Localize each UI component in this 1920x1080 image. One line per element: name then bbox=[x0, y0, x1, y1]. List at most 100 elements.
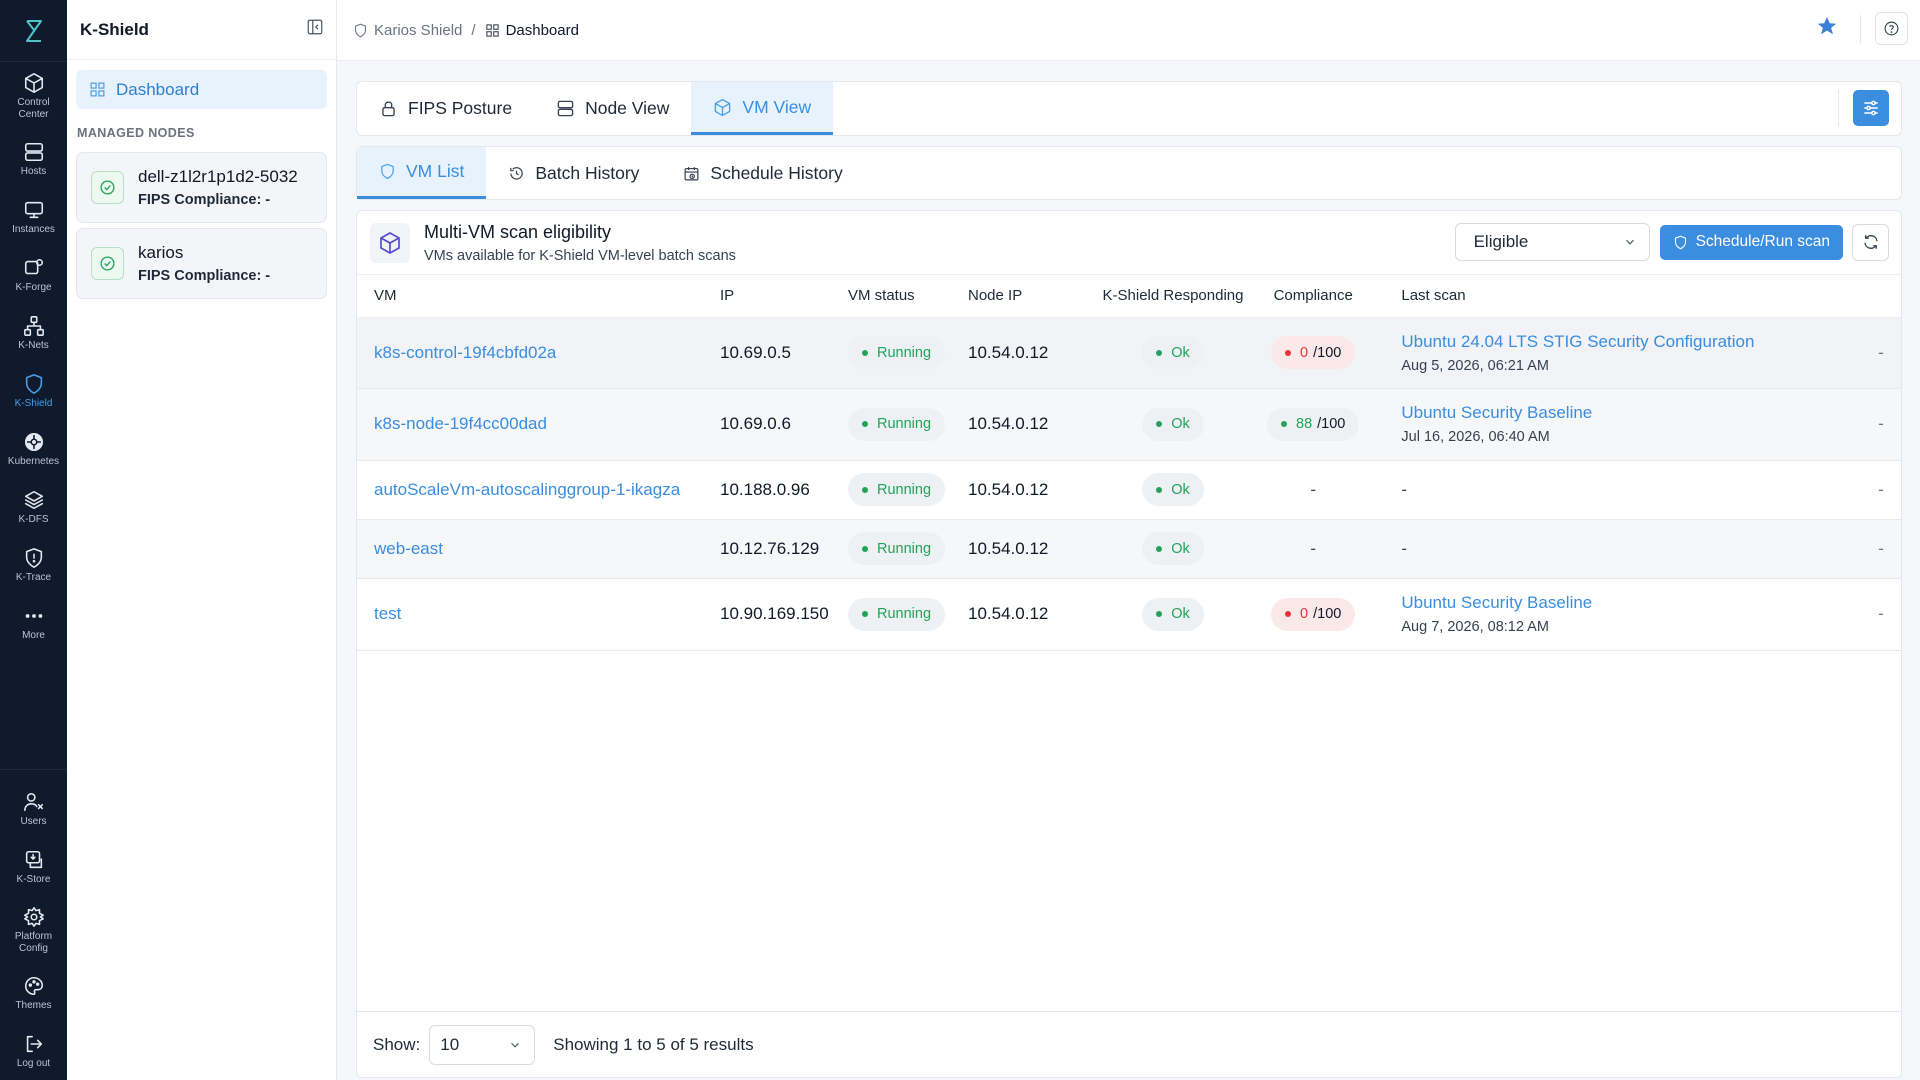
vm-status-badge: Running bbox=[848, 532, 946, 565]
rail-item-hosts[interactable]: Hosts bbox=[0, 130, 67, 188]
column-header-vm-status[interactable]: VM status bbox=[848, 275, 968, 318]
main-tabs: FIPS Posture Node View VM View bbox=[356, 81, 1902, 136]
rail-label: Kubernetes bbox=[7, 455, 60, 467]
vm-table: VM IP VM status Node IP K-Shield Respond… bbox=[357, 275, 1901, 651]
breadcrumb-separator: / bbox=[471, 21, 476, 39]
store-icon bbox=[25, 850, 42, 868]
settings-button[interactable] bbox=[1853, 90, 1889, 126]
table-row[interactable]: web-east 10.12.76.129 Running 10.54.0.12… bbox=[357, 519, 1901, 579]
trace-icon bbox=[25, 547, 42, 568]
forge-icon bbox=[24, 258, 43, 274]
rail-item-users[interactable]: Users bbox=[0, 780, 67, 838]
shield-icon bbox=[381, 163, 394, 180]
schedule-run-scan-button[interactable]: Schedule/Run scan bbox=[1659, 224, 1843, 260]
vm-ip: 10.69.0.5 bbox=[720, 317, 848, 389]
vm-name-link[interactable]: web-east bbox=[374, 539, 443, 558]
node-ip: 10.54.0.12 bbox=[968, 460, 1079, 520]
rail-label: Themes bbox=[15, 999, 52, 1011]
rail-item-kubernetes[interactable]: Kubernetes bbox=[0, 420, 67, 478]
help-button[interactable] bbox=[1875, 12, 1908, 45]
favorite-button[interactable] bbox=[1816, 15, 1838, 42]
row-actions: - bbox=[1861, 317, 1901, 389]
rail-item-instances[interactable]: Instances bbox=[0, 188, 67, 246]
rail-item-k-trace[interactable]: K-Trace bbox=[0, 536, 67, 594]
column-header-node-ip[interactable]: Node IP bbox=[968, 275, 1079, 318]
rail-label: K-Store bbox=[16, 873, 51, 885]
tab-schedule-history[interactable]: Schedule History bbox=[661, 147, 864, 199]
rail-item-k-shield[interactable]: K-Shield bbox=[0, 362, 67, 420]
tab-batch-history[interactable]: Batch History bbox=[486, 147, 661, 199]
table-row[interactable]: k8s-node-19f4cc00dad 10.69.0.6 Running 1… bbox=[357, 388, 1901, 461]
network-icon bbox=[23, 315, 44, 336]
row-actions: - bbox=[1861, 460, 1901, 520]
rail-item-k-dfs[interactable]: K-DFS bbox=[0, 478, 67, 536]
side-item-dashboard[interactable]: Dashboard bbox=[76, 70, 327, 109]
tab-label: Batch History bbox=[535, 162, 640, 183]
table-row[interactable]: k8s-control-19f4cbfd02a 10.69.0.5 Runnin… bbox=[357, 317, 1901, 389]
check-circle-icon bbox=[100, 256, 115, 271]
column-header-compliance[interactable]: Compliance bbox=[1267, 275, 1360, 318]
column-header-vm[interactable]: VM bbox=[357, 275, 720, 318]
card-title: Multi-VM scan eligibility bbox=[424, 221, 612, 242]
tab-vm-list[interactable]: VM List bbox=[357, 147, 487, 199]
node-name: karios bbox=[138, 243, 184, 262]
last-scan-link[interactable]: Ubuntu Security Baseline bbox=[1401, 593, 1861, 613]
monitor-icon bbox=[24, 201, 43, 218]
rail-item-control-center[interactable]: Control Center bbox=[0, 62, 67, 130]
breadcrumb-root-label: Karios Shield bbox=[374, 21, 463, 39]
shield-icon bbox=[25, 373, 42, 394]
vm-list-card: Multi-VM scan eligibility VMs available … bbox=[356, 210, 1902, 1078]
responding-badge: Ok bbox=[1142, 473, 1204, 506]
rail-item-more[interactable]: More bbox=[0, 594, 67, 652]
top-bar: Karios Shield / Dashboard bbox=[337, 0, 1920, 61]
breadcrumb-current-label: Dashboard bbox=[505, 21, 579, 39]
app-logo[interactable] bbox=[0, 0, 67, 62]
tab-fips-posture[interactable]: FIPS Posture bbox=[357, 82, 534, 135]
sliders-icon bbox=[1864, 100, 1878, 116]
rail-item-k-forge[interactable]: K-Forge bbox=[0, 246, 67, 304]
lock-icon bbox=[382, 101, 395, 117]
row-actions: - bbox=[1861, 519, 1901, 579]
rail-label: Control Center bbox=[17, 96, 50, 120]
vm-name-link[interactable]: autoScaleVm-autoscalinggroup-1-ikagza bbox=[374, 480, 680, 499]
rail-label: More bbox=[22, 629, 45, 641]
divider bbox=[1860, 14, 1861, 43]
collapse-sidebar-button[interactable] bbox=[306, 18, 324, 41]
tab-label: Node View bbox=[585, 98, 670, 118]
rail-label: K-DFS bbox=[18, 513, 49, 525]
eligibility-select[interactable]: Eligible bbox=[1454, 223, 1650, 261]
rail-item-themes[interactable]: Themes bbox=[0, 964, 67, 1022]
dashboard-icon bbox=[90, 82, 105, 97]
table-row[interactable]: autoScaleVm-autoscalinggroup-1-ikagza 10… bbox=[357, 460, 1901, 520]
breadcrumb-root[interactable]: Karios Shield bbox=[353, 22, 462, 39]
responding-badge: Ok bbox=[1142, 597, 1204, 631]
vm-status-badge: Running bbox=[848, 597, 946, 631]
column-header-last-scan[interactable]: Last scan bbox=[1359, 275, 1861, 318]
node-ip: 10.54.0.12 bbox=[968, 519, 1079, 579]
tab-node-view[interactable]: Node View bbox=[534, 82, 691, 135]
rail-item-platform-config[interactable]: Platform Config bbox=[0, 896, 67, 964]
vm-name-link[interactable]: k8s-control-19f4cbfd02a bbox=[374, 343, 556, 362]
last-scan-link[interactable]: Ubuntu Security Baseline bbox=[1401, 403, 1861, 423]
rail-item-k-nets[interactable]: K-Nets bbox=[0, 304, 67, 362]
vm-name-link[interactable]: k8s-node-19f4cc00dad bbox=[374, 414, 547, 433]
last-scan-link[interactable]: Ubuntu 24.04 LTS STIG Security Configura… bbox=[1401, 332, 1861, 352]
refresh-button[interactable] bbox=[1852, 223, 1889, 261]
managed-node-card[interactable]: karios FIPS Compliance: - bbox=[76, 228, 327, 299]
tab-label: FIPS Posture bbox=[408, 98, 513, 118]
gear-icon bbox=[23, 906, 44, 927]
page-size-select[interactable]: 10 bbox=[429, 1024, 536, 1065]
node-status-badge bbox=[91, 171, 124, 204]
rail-item-log-out[interactable]: Log out bbox=[0, 1022, 67, 1080]
tab-vm-view[interactable]: VM View bbox=[691, 82, 834, 135]
column-header-k-shield-responding[interactable]: K-Shield Responding bbox=[1079, 275, 1267, 318]
column-header-ip[interactable]: IP bbox=[720, 275, 848, 318]
node-ip: 10.54.0.12 bbox=[968, 317, 1079, 389]
table-header-row: VM IP VM status Node IP K-Shield Respond… bbox=[357, 275, 1901, 318]
table-row[interactable]: test 10.90.169.150 Running 10.54.0.12 Ok… bbox=[357, 578, 1901, 651]
rail-item-k-store[interactable]: K-Store bbox=[0, 838, 67, 896]
rail-label: Instances bbox=[12, 223, 55, 235]
tab-label: VM View bbox=[742, 96, 812, 117]
vm-name-link[interactable]: test bbox=[374, 604, 401, 623]
managed-node-card[interactable]: dell-z1l2r1p1d2-5032 FIPS Compliance: - bbox=[76, 152, 327, 223]
